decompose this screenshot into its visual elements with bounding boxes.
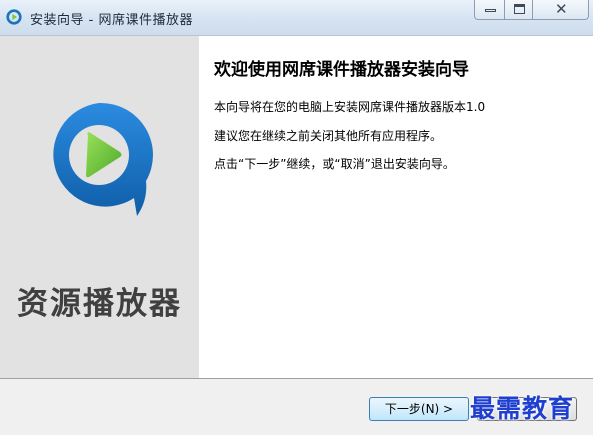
description-line: 点击“下一步”继续，或“取消”退出安装向导。 bbox=[214, 157, 455, 171]
description-line: 本向导将在您的电脑上安装网席课件播放器版本1.0 bbox=[214, 100, 486, 114]
close-button[interactable]: ✕ bbox=[532, 0, 589, 20]
maximize-button[interactable] bbox=[504, 0, 533, 20]
watermark-text: 最需教育 bbox=[470, 394, 575, 423]
title-bar[interactable]: 安装向导 - 网席课件播放器 ✕ bbox=[0, 0, 593, 36]
maximize-icon bbox=[514, 4, 525, 14]
minimize-icon bbox=[485, 9, 496, 12]
brand-name: 资源播放器 bbox=[17, 286, 182, 322]
app-icon bbox=[6, 9, 22, 25]
next-button[interactable]: 下一步(N) > bbox=[369, 397, 469, 421]
description-line: 建议您在继续之前关闭其他所有应用程序。 bbox=[214, 129, 443, 143]
close-icon: ✕ bbox=[555, 0, 568, 18]
play-logo-icon bbox=[53, 102, 153, 216]
window-title: 安装向导 - 网席课件播放器 bbox=[30, 13, 193, 28]
installer-window: 安装向导 - 网席课件播放器 ✕ 资源播放器 欢迎使用网席课件播放器安装向导 本… bbox=[0, 0, 593, 435]
minimize-button[interactable] bbox=[474, 0, 505, 20]
welcome-banner: 资源播放器 bbox=[0, 36, 199, 378]
page-title: 欢迎使用网席课件播放器安装向导 bbox=[214, 60, 469, 80]
